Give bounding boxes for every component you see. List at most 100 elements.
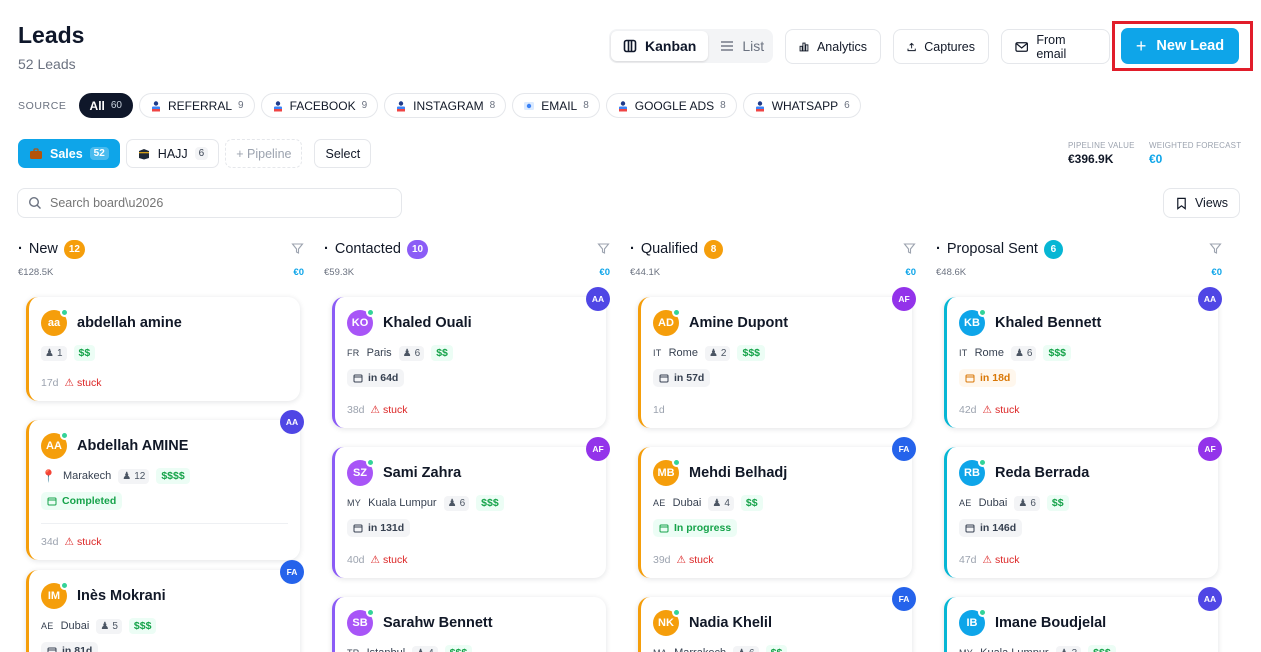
- lead-card[interactable]: AA KB Khaled Bennett IT Rome ♟ 6 $$$ in 18d …: [944, 287, 1222, 428]
- pipeline-value-label: PIPELINE VALUE: [1068, 141, 1135, 150]
- list-view-tab[interactable]: List: [708, 31, 776, 61]
- online-indicator: [672, 458, 681, 467]
- chip-label: EMAIL: [541, 98, 578, 113]
- pipeline-label: HAJJ: [157, 146, 188, 161]
- lead-card[interactable]: AA AA Abdellah AMINE 📍 Marakech ♟ 12 $$$$ Co…: [26, 410, 304, 560]
- lead-card[interactable]: AF SZ Sami Zahra MY Kuala Lumpur ♟ 6 $$$ in …: [332, 437, 610, 578]
- lead-meta: TR Istanbul ♟4 $$$: [347, 645, 594, 652]
- source-chip-instagram[interactable]: INSTAGRAM 8: [384, 93, 507, 118]
- kanban-view-tab[interactable]: Kanban: [611, 31, 709, 61]
- pipeline-tab-sales[interactable]: Sales 52: [18, 139, 120, 168]
- lead-card[interactable]: AF AD Amine Dupont IT Rome ♟ 2 $$$ in 57d 1d: [638, 287, 916, 428]
- captures-button[interactable]: Captures: [893, 29, 989, 64]
- source-chip-facebook[interactable]: FACEBOOK 9: [260, 93, 379, 118]
- add-pipeline-button[interactable]: + Pipeline: [225, 139, 303, 168]
- trip-date-text: in 18d: [980, 372, 1011, 384]
- lead-card[interactable]: FA NK Nadia Khelil MA Marrakech ♟6 $$: [638, 587, 916, 652]
- kanban-icon: [623, 39, 637, 53]
- lead-card[interactable]: SB Sarahw Bennett TR Istanbul ♟4 $$$: [332, 597, 606, 652]
- price-tier: $$$: [444, 645, 473, 652]
- select-button[interactable]: Select: [314, 139, 372, 168]
- country-code: AE: [41, 621, 54, 631]
- filter-icon[interactable]: [597, 242, 610, 255]
- source-chip-all[interactable]: All 60: [78, 93, 133, 118]
- column-weighted: €0: [293, 267, 304, 278]
- avatar: RB: [959, 458, 987, 486]
- lead-card[interactable]: AA KO Khaled Ouali FR Paris ♟ 6 $$ in 64d 38…: [332, 287, 610, 428]
- warning-icon: ⚠: [676, 554, 686, 566]
- calendar-icon: [965, 524, 975, 533]
- card-footer: 42d ⚠ stuck: [959, 404, 1206, 416]
- source-chip-email[interactable]: EMAIL 8: [512, 93, 600, 118]
- column-header: · Contacted 10: [324, 237, 610, 261]
- chip-count: 9: [238, 100, 244, 111]
- warning-icon: ⚠: [370, 554, 380, 566]
- card-header: SZ Sami Zahra: [347, 458, 594, 486]
- chip-count: 8: [583, 100, 589, 111]
- card-header: KO Khaled Ouali: [347, 308, 594, 336]
- views-label: Views: [1194, 196, 1229, 210]
- owner-avatar: AA: [280, 410, 304, 434]
- filter-icon[interactable]: [1209, 242, 1222, 255]
- location: Marakech: [62, 470, 112, 482]
- stuck-text: stuck: [994, 404, 1020, 416]
- status-pill: Completed: [41, 492, 123, 510]
- lead-name: Khaled Bennett: [995, 315, 1102, 331]
- lead-card[interactable]: FA MB Mehdi Belhadj AE Dubai ♟ 4 $$ In progr…: [638, 437, 916, 578]
- stuck-text: stuck: [994, 554, 1020, 566]
- analytics-label: Analytics: [816, 39, 867, 54]
- column-header: · Qualified 8: [630, 237, 916, 261]
- lead-meta: MY Kuala Lumpur ♟3 $$$: [959, 645, 1206, 652]
- search-input[interactable]: [50, 196, 391, 210]
- stuck-flag: ⚠ stuck: [677, 554, 714, 566]
- lead-card[interactable]: aa abdellah amine ♟ 1 $$ 17d ⚠ stuck: [26, 297, 300, 401]
- price-tier: $$: [765, 645, 788, 652]
- page-title: Leads: [18, 22, 85, 48]
- pipeline-tab-hajj[interactable]: HAJJ 6: [125, 139, 220, 168]
- views-button[interactable]: Views: [1163, 188, 1240, 218]
- avatar-initials: SB: [352, 617, 368, 629]
- owner-avatar: AF: [1198, 437, 1222, 461]
- avatar: KB: [959, 308, 987, 336]
- country-code: IT: [959, 348, 968, 358]
- card-footer: 38d ⚠ stuck: [347, 404, 594, 416]
- lead-name: Inès Mokrani: [77, 588, 166, 604]
- country-code: AE: [653, 498, 666, 508]
- travelers-value: 6: [459, 497, 466, 509]
- analytics-button[interactable]: Analytics: [785, 29, 881, 64]
- source-chip-referral[interactable]: REFERRAL 9: [139, 93, 255, 118]
- travelers-count: ♟6: [1014, 495, 1040, 511]
- lead-card[interactable]: FA IM Inès Mokrani AE Dubai ♟ 5 $$$ in 81d: [26, 560, 304, 652]
- lead-name: Khaled Ouali: [383, 315, 472, 331]
- country-code: MY: [347, 498, 362, 508]
- lead-meta: IT Rome ♟ 2 $$$: [653, 345, 900, 361]
- captures-label: Captures: [924, 39, 975, 54]
- chip-label: FACEBOOK: [289, 98, 356, 113]
- person-icon: [618, 100, 627, 111]
- filter-icon[interactable]: [903, 242, 916, 255]
- lead-card[interactable]: AA IB Imane Boudjelal MY Kuala Lumpur ♟3 $$…: [944, 587, 1222, 652]
- lead-card[interactable]: AF RB Reda Berrada AE Dubai ♟ 6 $$ in 146d 4…: [944, 437, 1222, 578]
- stuck-text: stuck: [76, 377, 102, 389]
- chip-count: 8: [489, 100, 496, 111]
- source-chip-google-ads[interactable]: GOOGLE ADS 8: [605, 93, 737, 118]
- source-chip-whatsapp[interactable]: WHATSAPP 6: [742, 93, 861, 118]
- travelers-count: ♟ 5: [96, 618, 122, 634]
- column-total: €59.3K: [324, 267, 355, 278]
- trip-date-pill: in 131d: [347, 519, 411, 537]
- warning-icon: ⚠: [370, 404, 380, 416]
- lead-meta: IT Rome ♟ 6 $$$: [959, 345, 1206, 361]
- travelers-value: 1: [56, 347, 63, 359]
- people-icon: ♟: [100, 620, 110, 632]
- chip-label: GOOGLE ADS: [634, 98, 715, 113]
- people-icon: ♟: [45, 347, 54, 359]
- filter-icon[interactable]: [291, 242, 304, 255]
- source-filter-row: SOURCE All 60 REFERRAL 9 FACEBOOK 9 INST…: [18, 93, 861, 118]
- lead-name: abdellah amine: [77, 315, 182, 331]
- avatar: NK: [653, 608, 681, 636]
- country-code: AE: [959, 498, 972, 508]
- from-email-button[interactable]: From email: [1001, 29, 1110, 64]
- stuck-text: stuck: [76, 536, 102, 548]
- price-tier: $$: [740, 495, 763, 511]
- avatar-initials: AA: [46, 440, 62, 452]
